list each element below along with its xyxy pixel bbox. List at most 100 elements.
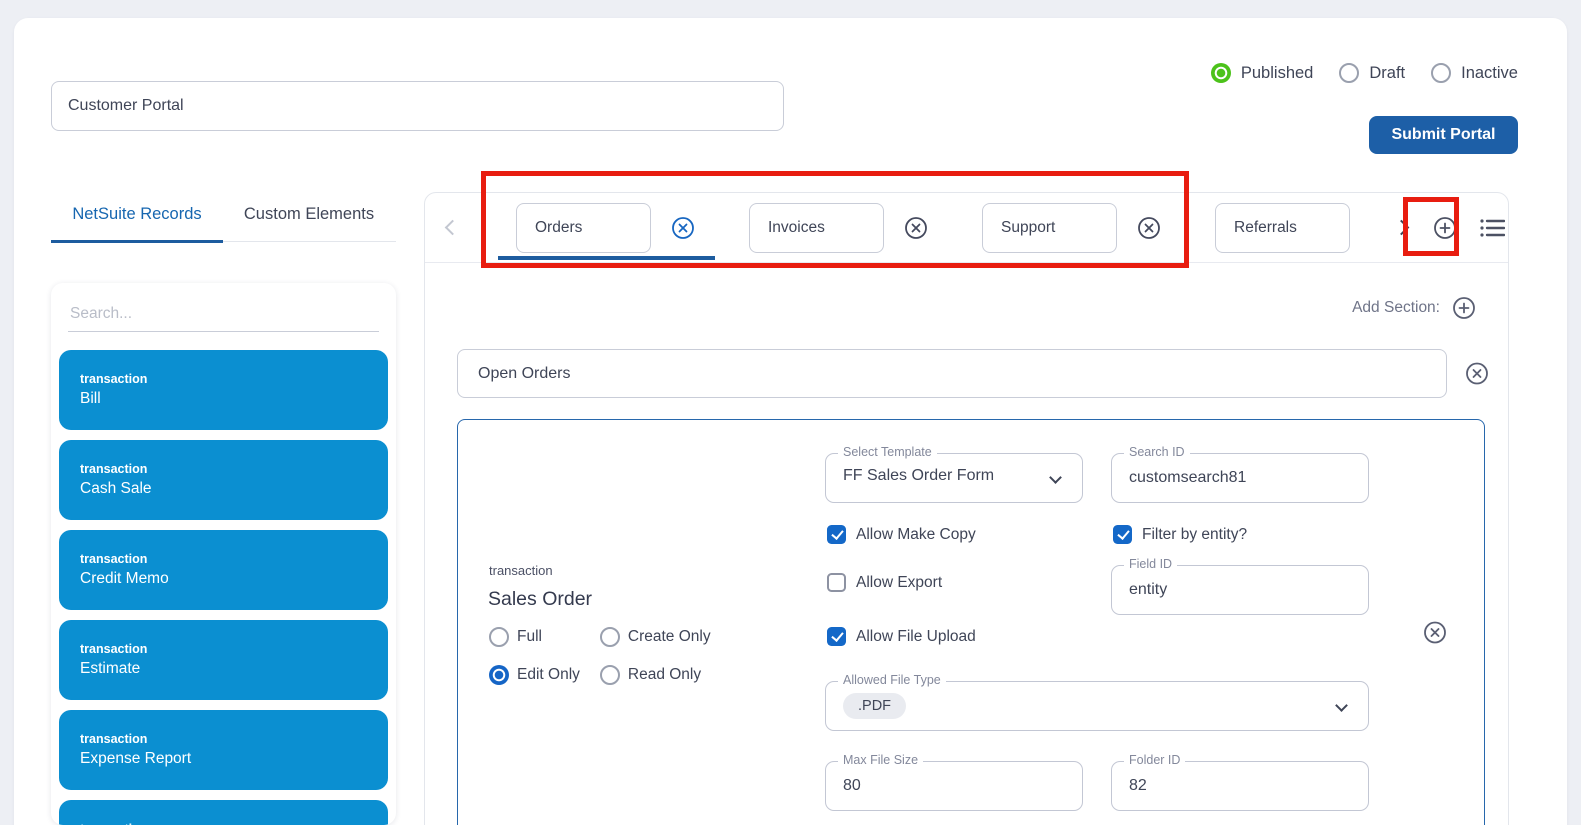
remove-record-config-icon[interactable]	[1423, 620, 1447, 644]
status-label: Published	[1241, 64, 1313, 83]
radio-icon	[1431, 63, 1451, 83]
select-template-label: Select Template	[838, 445, 937, 459]
add-section-label: Add Section:	[1352, 299, 1440, 317]
record-type-label: transaction	[80, 552, 388, 567]
checkbox-icon	[827, 627, 846, 646]
close-tab-icon[interactable]	[671, 216, 695, 240]
record-card[interactable]: transaction	[59, 800, 388, 825]
chevron-down-icon	[1335, 699, 1348, 712]
portal-tab-item: Referrals	[1215, 203, 1350, 253]
status-radio-option[interactable]: Draft	[1339, 63, 1405, 83]
record-name-label: Cash Sale	[80, 477, 388, 501]
record-name-label: Bill	[80, 387, 388, 411]
search-id-field: Search ID	[1111, 453, 1369, 503]
config-record-type: transaction	[489, 563, 553, 578]
record-card[interactable]: transaction Bill	[59, 350, 388, 430]
portal-tab-item: Support	[982, 203, 1201, 253]
record-config-card: transaction Sales Order Full Create Only	[457, 419, 1485, 825]
filter-by-entity-label: Filter by entity?	[1142, 526, 1247, 544]
select-template-dropdown[interactable]: Select Template FF Sales Order Form	[825, 453, 1083, 503]
allowed-file-type-dropdown[interactable]: Allowed File Type .PDF	[825, 681, 1369, 731]
close-tab-icon[interactable]	[1137, 216, 1161, 240]
record-card[interactable]: transaction Estimate	[59, 620, 388, 700]
radio-icon	[600, 627, 620, 647]
records-panel: transaction Bill transaction Cash Sale t…	[51, 283, 396, 825]
radio-icon	[1339, 63, 1359, 83]
section-title-row	[457, 349, 1489, 398]
status-radio-option[interactable]: Inactive	[1431, 63, 1518, 83]
record-type-label: transaction	[80, 462, 388, 477]
status-radio-option[interactable]: Published	[1211, 63, 1313, 83]
portal-name-input[interactable]	[51, 81, 784, 131]
checkbox-icon	[1113, 525, 1132, 544]
record-type-label: transaction	[80, 372, 388, 387]
search-id-input[interactable]	[1112, 454, 1368, 502]
record-card[interactable]: transaction Credit Memo	[59, 530, 388, 610]
portal-tab-item: Orders	[516, 203, 735, 253]
status-label: Draft	[1369, 64, 1405, 83]
allow-export-label: Allow Export	[856, 574, 942, 592]
record-card[interactable]: transaction Expense Report	[59, 710, 388, 790]
tab-list-icon[interactable]	[1479, 216, 1505, 240]
permission-label: Read Only	[628, 666, 701, 684]
select-template-value: FF Sales Order Form	[843, 467, 994, 485]
submit-portal-button[interactable]: Submit Portal	[1369, 116, 1518, 154]
portal-tab[interactable]: Referrals	[1215, 203, 1350, 253]
radio-icon	[600, 665, 620, 685]
portal-tab[interactable]: Invoices	[749, 203, 884, 253]
folder-id-input[interactable]	[1112, 762, 1368, 810]
records-search-input[interactable]	[68, 299, 379, 332]
permission-label: Edit Only	[517, 666, 580, 684]
portal-tab[interactable]: Support	[982, 203, 1117, 253]
scroll-tabs-right-icon[interactable]	[1394, 220, 1410, 236]
allow-file-upload-label: Allow File Upload	[856, 628, 976, 646]
record-name-label: Expense Report	[80, 747, 388, 771]
sidebar-tabs: NetSuite Records Custom Elements	[51, 194, 396, 242]
record-type-label: transaction	[80, 642, 388, 657]
close-tab-icon[interactable]	[904, 216, 928, 240]
record-type-label: transaction	[80, 732, 388, 747]
status-radio-group: Published Draft Inactive	[1211, 63, 1518, 83]
filter-by-entity-checkbox[interactable]: Filter by entity?	[1113, 525, 1247, 544]
permission-label: Full	[517, 628, 542, 646]
add-section-icon[interactable]	[1452, 296, 1476, 320]
remove-section-icon[interactable]	[1465, 362, 1489, 386]
sidebar-tab[interactable]: NetSuite Records	[51, 194, 223, 241]
section-title-input[interactable]	[457, 349, 1447, 398]
allow-make-copy-checkbox[interactable]: Allow Make Copy	[827, 525, 976, 544]
page: Published Draft Inactive Submit Portal N…	[0, 0, 1581, 825]
record-name-label: Estimate	[80, 657, 388, 681]
sidebar-tab[interactable]: Custom Elements	[223, 194, 395, 241]
allow-file-upload-checkbox[interactable]: Allow File Upload	[827, 627, 976, 646]
max-file-size-input[interactable]	[826, 762, 1082, 810]
checkbox-icon	[827, 525, 846, 544]
allowed-file-type-label: Allowed File Type	[838, 673, 946, 687]
radio-icon	[489, 627, 509, 647]
permission-radio-option[interactable]: Edit Only	[489, 665, 580, 685]
config-record-name: Sales Order	[488, 588, 592, 611]
record-card[interactable]: transaction Cash Sale	[59, 440, 388, 520]
add-tab-icon[interactable]	[1433, 216, 1457, 240]
allow-export-checkbox[interactable]: Allow Export	[827, 573, 942, 592]
permission-radio-option[interactable]: Create Only	[600, 627, 711, 647]
field-id-input[interactable]	[1112, 566, 1368, 614]
permission-label: Create Only	[628, 628, 711, 646]
allow-make-copy-label: Allow Make Copy	[856, 526, 976, 544]
portal-tab-item: Invoices	[749, 203, 968, 253]
status-label: Inactive	[1461, 64, 1518, 83]
records-list: transaction Bill transaction Cash Sale t…	[51, 332, 396, 825]
checkbox-icon	[827, 573, 846, 592]
permission-radio-option[interactable]: Full	[489, 627, 580, 647]
max-file-size-field: Max File Size	[825, 761, 1083, 811]
scroll-tabs-left-icon[interactable]	[445, 220, 461, 236]
add-section-row: Add Section:	[1352, 296, 1476, 320]
chevron-down-icon	[1049, 471, 1062, 484]
permission-radio-option[interactable]: Read Only	[600, 665, 711, 685]
file-type-chip: .PDF	[843, 693, 906, 719]
folder-id-field: Folder ID	[1111, 761, 1369, 811]
field-id-field: Field ID	[1111, 565, 1369, 615]
radio-icon	[1211, 63, 1231, 83]
portal-builder-panel: Orders Invoices	[424, 192, 1509, 825]
portal-editor-card: Published Draft Inactive Submit Portal N…	[14, 18, 1567, 825]
portal-tab[interactable]: Orders	[516, 203, 651, 253]
